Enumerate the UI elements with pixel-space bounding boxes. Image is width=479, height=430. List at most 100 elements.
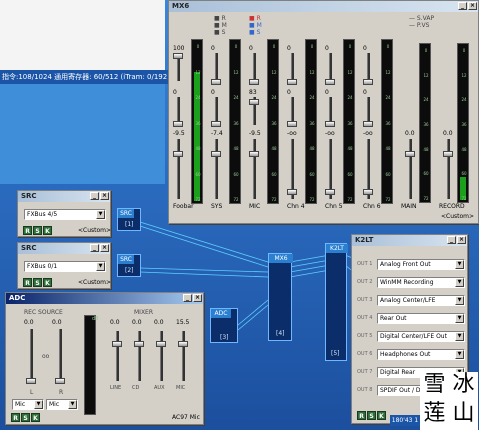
close-button[interactable]: ×	[457, 236, 466, 244]
mx6-node[interactable]: MX6 [4]	[268, 253, 293, 341]
src1-bus-select[interactable]: FXBus 4/5 ▼	[24, 209, 106, 220]
adc-r-fader-track[interactable]	[59, 329, 62, 383]
k-button[interactable]: K	[377, 411, 386, 420]
adc-l-fader-knob[interactable]	[26, 378, 36, 384]
k2lt-output-select[interactable]: Analog Center/LFE ▼	[377, 295, 465, 306]
adc-mixer-fader-track[interactable]	[160, 331, 163, 381]
channel-top-fader-track[interactable]	[291, 53, 294, 81]
channel-gain-fader-knob[interactable]	[325, 189, 335, 195]
minimize-button[interactable]: _	[183, 294, 192, 302]
close-button[interactable]: ×	[193, 294, 202, 302]
channel-mid-fader-knob[interactable]	[211, 121, 221, 127]
channel-top-fader-knob[interactable]	[325, 79, 335, 85]
chevron-down-icon[interactable]: ▼	[455, 350, 464, 359]
adc-mixer-fader-track[interactable]	[138, 331, 141, 381]
close-button[interactable]: ×	[100, 244, 109, 252]
src1-node[interactable]: SRC [1]	[117, 208, 141, 231]
adc-left-source-select[interactable]: Mic ▼	[12, 399, 44, 410]
chevron-down-icon[interactable]: ▼	[455, 260, 464, 269]
channel-gain-fader-knob[interactable]	[249, 151, 259, 157]
channel-top-fader-knob[interactable]	[287, 79, 297, 85]
chevron-down-icon[interactable]: ▼	[455, 314, 464, 323]
channel-top-fader-knob[interactable]	[363, 79, 373, 85]
k2lt-output-select[interactable]: WinMM Recording ▼	[377, 277, 465, 288]
k2lt-output-select[interactable]: Analog Front Out ▼	[377, 259, 465, 270]
channel-gain-fader-knob[interactable]	[405, 151, 415, 157]
channel-top-fader-track[interactable]	[215, 53, 218, 81]
s-button[interactable]: S	[33, 226, 42, 235]
channel-mid-fader-knob[interactable]	[173, 121, 183, 127]
adc-mixer-fader-knob[interactable]	[156, 341, 166, 347]
r-button[interactable]: R	[357, 411, 366, 420]
r-button[interactable]: R	[23, 278, 32, 287]
minimize-button[interactable]: _	[90, 244, 99, 252]
src1-titlebar[interactable]: SRC _ ×	[18, 191, 110, 202]
adc-r-fader-knob[interactable]	[55, 378, 65, 384]
s-button[interactable]: S	[367, 411, 376, 420]
k2lt-output-select[interactable]: Rear Out ▼	[377, 313, 465, 324]
channel-mid-fader-knob[interactable]	[325, 121, 335, 127]
adc-mixer-fader-track[interactable]	[116, 331, 119, 381]
k-button[interactable]: K	[31, 413, 40, 422]
channel-top-fader-track[interactable]	[253, 53, 256, 81]
adc-titlebar[interactable]: ADC _ ×	[6, 293, 203, 304]
channel-gain-fader-knob[interactable]	[211, 151, 221, 157]
channel-top-fader-knob[interactable]	[173, 53, 183, 59]
channel-top-fader-track[interactable]	[329, 53, 332, 81]
adc-right-source-select[interactable]: Mic ▼	[46, 399, 78, 410]
chevron-down-icon[interactable]: ▼	[96, 210, 105, 219]
close-button[interactable]: ×	[100, 192, 109, 200]
s-button[interactable]: S	[33, 278, 42, 287]
channel-gain-fader-track[interactable]	[253, 139, 256, 199]
close-button[interactable]: ×	[468, 2, 477, 10]
channel-mid-fader-knob[interactable]	[287, 121, 297, 127]
minimize-button[interactable]: _	[447, 236, 456, 244]
channel-top-fader-knob[interactable]	[211, 79, 221, 85]
channel-top-fader-knob[interactable]	[249, 79, 259, 85]
k2lt-node[interactable]: K2LT [5]	[325, 243, 348, 361]
r-button[interactable]: R	[23, 226, 32, 235]
channel-gain-fader-track[interactable]	[409, 139, 412, 199]
adc-mixer-fader-track[interactable]	[182, 331, 185, 381]
r-button[interactable]: R	[11, 413, 20, 422]
chevron-down-icon[interactable]: ▼	[455, 296, 464, 305]
adc-mixer-fader-knob[interactable]	[134, 341, 144, 347]
channel-gain-fader-track[interactable]	[215, 139, 218, 199]
chevron-down-icon[interactable]: ▼	[455, 332, 464, 341]
adc-link-label[interactable]: oo	[42, 353, 49, 360]
k2lt-rsk-buttons: RSK	[357, 411, 386, 420]
src2-titlebar[interactable]: SRC _ ×	[18, 243, 110, 254]
adc-mixer-label: MIXER	[134, 309, 154, 316]
channel-gain-fader-knob[interactable]	[363, 189, 373, 195]
channel-gain-fader-knob[interactable]	[287, 189, 297, 195]
chevron-down-icon[interactable]: ▼	[96, 262, 105, 271]
s-button[interactable]: S	[21, 413, 30, 422]
channel-gain-fader-knob[interactable]	[443, 151, 453, 157]
channel-top-fader-track[interactable]	[367, 53, 370, 81]
adc-l-fader-track[interactable]	[30, 329, 33, 383]
channel-gain-fader-track[interactable]	[177, 139, 180, 199]
k-button[interactable]: K	[43, 226, 52, 235]
channel-mid-fader-knob[interactable]	[249, 99, 259, 105]
channel-level-meter: 0 12 24 36 48 60 72	[457, 43, 469, 203]
mx6-titlebar[interactable]: MX6 _ ×	[169, 1, 478, 12]
k2lt-output-select[interactable]: Headphones Out ▼	[377, 349, 465, 360]
adc-mixer-fader-knob[interactable]	[112, 341, 122, 347]
channel-gain-fader-knob[interactable]	[173, 151, 183, 157]
meter-tick-label: 36	[385, 120, 391, 126]
adc-mixer-fader-knob[interactable]	[178, 341, 188, 347]
channel-gain-fader-track[interactable]	[447, 139, 450, 199]
adc-node[interactable]: ADC [3]	[210, 308, 238, 343]
k2lt-titlebar[interactable]: K2LT _ ×	[352, 235, 467, 246]
chevron-down-icon[interactable]: ▼	[68, 400, 77, 409]
chevron-down-icon[interactable]: ▼	[455, 278, 464, 287]
channel-mid-fader-knob[interactable]	[363, 121, 373, 127]
minimize-button[interactable]: _	[90, 192, 99, 200]
k2lt-output-select[interactable]: Digital Center/LFE Out ▼	[377, 331, 465, 342]
k-button[interactable]: K	[43, 278, 52, 287]
chevron-down-icon[interactable]: ▼	[34, 400, 43, 409]
minimize-button[interactable]: _	[458, 2, 467, 10]
src2-node[interactable]: SRC [2]	[117, 254, 141, 277]
channel-name: Chn 4	[287, 203, 305, 210]
src2-bus-select[interactable]: FXBus 0/1 ▼	[24, 261, 106, 272]
